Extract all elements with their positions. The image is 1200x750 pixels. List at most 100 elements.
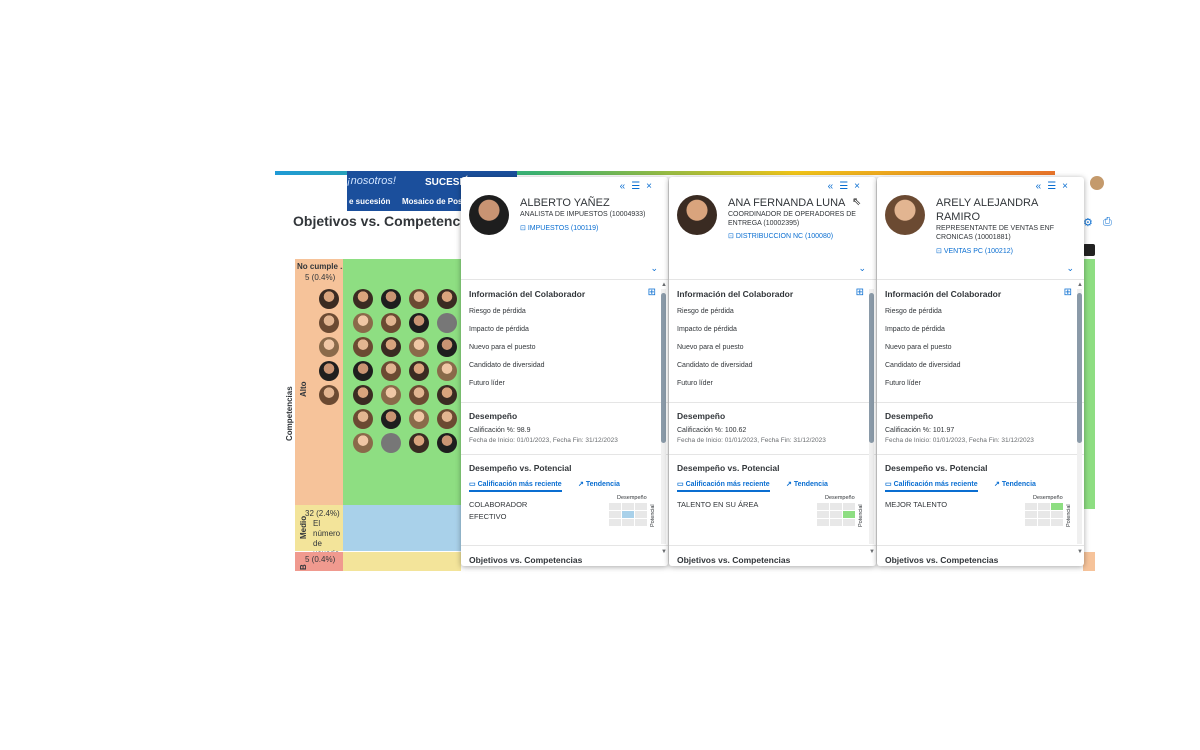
edit-icon[interactable]: ⊞ bbox=[648, 287, 656, 298]
employee-photo[interactable] bbox=[381, 385, 401, 405]
card-header-actions: «☰× bbox=[828, 181, 866, 192]
employee-card-3: «☰× ARELY ALEJANDRA RAMIRO REPRESENTANTE… bbox=[877, 177, 1084, 566]
medio-row-cell[interactable]: Medio 32 (2.4%) El número de usuario bbox=[295, 505, 343, 558]
scroll-up-icon[interactable]: ▲ bbox=[661, 282, 667, 288]
employee-photo[interactable] bbox=[319, 361, 339, 381]
scroll-down-icon[interactable]: ▼ bbox=[661, 549, 667, 555]
mini-grid-y-label: Potencial bbox=[1066, 504, 1072, 527]
department-link[interactable]: IMPUESTOS (100119) bbox=[528, 225, 599, 232]
employee-photo[interactable] bbox=[353, 385, 373, 405]
grid-cell-medium[interactable] bbox=[343, 505, 461, 551]
close-icon[interactable]: × bbox=[854, 181, 866, 192]
card-header: «☰× ALBERTO YAÑEZ ANALISTA DE IMPUESTOS … bbox=[461, 177, 668, 277]
employee-photo[interactable] bbox=[409, 409, 429, 429]
tab-trend[interactable]: ↗ Tendencia bbox=[786, 480, 828, 488]
tab-trend[interactable]: ↗ Tendencia bbox=[994, 480, 1036, 488]
employee-photo[interactable] bbox=[437, 313, 457, 333]
employee-photo[interactable] bbox=[437, 337, 457, 357]
employee-photo[interactable] bbox=[437, 385, 457, 405]
employee-photo[interactable] bbox=[381, 433, 401, 453]
department-link[interactable]: DISTRIBUCCION NC (100080) bbox=[736, 233, 833, 240]
tab-recent-rating[interactable]: ▭ Calificación más reciente bbox=[885, 480, 978, 492]
department-link[interactable]: VENTAS PC (100212) bbox=[944, 248, 1013, 255]
employee-photo[interactable] bbox=[437, 433, 457, 453]
employee-photo[interactable] bbox=[353, 337, 373, 357]
grid-cell-right[interactable] bbox=[1083, 259, 1095, 509]
employee-photo[interactable] bbox=[409, 361, 429, 381]
employee-photo[interactable] bbox=[353, 361, 373, 381]
user-avatar[interactable] bbox=[1090, 176, 1104, 190]
tab-trend[interactable]: ↗ Tendencia bbox=[578, 480, 620, 488]
grid-menu-icon[interactable] bbox=[1083, 244, 1095, 256]
mini-cell bbox=[817, 511, 829, 518]
employee-photo[interactable] bbox=[381, 361, 401, 381]
collapse-icon[interactable]: « bbox=[1036, 181, 1048, 192]
tab-recent-rating[interactable]: ▭ Calificación más reciente bbox=[677, 480, 770, 492]
scroll-down-icon[interactable]: ▼ bbox=[1077, 549, 1083, 555]
employee-photo[interactable] bbox=[353, 409, 373, 429]
info-section-title: Información del Colaborador bbox=[677, 289, 794, 299]
employee-photo[interactable] bbox=[319, 313, 339, 333]
chevron-down-icon[interactable]: ⌄ bbox=[650, 263, 658, 274]
employee-department[interactable]: ⊡ IMPUESTOS (100119) bbox=[520, 224, 598, 232]
scroll-up-icon[interactable]: ▲ bbox=[1077, 282, 1083, 288]
employee-photo[interactable] bbox=[353, 289, 373, 309]
dvp-title: Desempeño vs. Potencial bbox=[885, 463, 988, 473]
list-icon[interactable]: ☰ bbox=[839, 181, 854, 192]
mini-grid-x-label: Desempeño bbox=[1033, 495, 1063, 501]
employee-photo[interactable] bbox=[381, 289, 401, 309]
mini-cell bbox=[635, 503, 647, 510]
no-cumple-column[interactable]: No cumple ... 5 (0.4%) Alto bbox=[295, 259, 347, 505]
employee-role: ANALISTA DE IMPUESTOS (10004933) bbox=[520, 211, 646, 218]
card-header-actions: «☰× bbox=[1036, 181, 1074, 192]
employee-photo[interactable] bbox=[319, 385, 339, 405]
nav-tab-succession[interactable]: e sucesión bbox=[349, 197, 390, 206]
employee-photo[interactable] bbox=[381, 409, 401, 429]
grid-cell-high[interactable] bbox=[343, 259, 461, 505]
chevron-down-icon[interactable]: ⌄ bbox=[1066, 263, 1074, 274]
employee-photo[interactable] bbox=[319, 337, 339, 357]
performance-score: Calificación %: 98.9 bbox=[469, 427, 531, 434]
scrollbar-thumb[interactable] bbox=[869, 293, 874, 443]
performance-score: Calificación %: 100.62 bbox=[677, 427, 747, 434]
collapse-icon[interactable]: « bbox=[828, 181, 840, 192]
field-diversidad: Candidato de diversidad bbox=[677, 362, 753, 369]
employee-photo[interactable] bbox=[409, 385, 429, 405]
scrollbar-thumb[interactable] bbox=[1077, 293, 1082, 443]
employee-photo[interactable] bbox=[353, 313, 373, 333]
employee-photo[interactable] bbox=[437, 409, 457, 429]
employee-photo[interactable] bbox=[437, 361, 457, 381]
close-icon[interactable]: × bbox=[646, 181, 658, 192]
employee-photo[interactable] bbox=[381, 313, 401, 333]
edit-icon[interactable]: ⊞ bbox=[856, 287, 864, 298]
nav-tab-position-tile[interactable]: Mosaico de Posic bbox=[402, 197, 469, 206]
scroll-down-icon[interactable]: ▼ bbox=[869, 549, 875, 555]
collapse-icon[interactable]: « bbox=[620, 181, 632, 192]
scrollbar-thumb[interactable] bbox=[661, 293, 666, 443]
employee-photo[interactable] bbox=[319, 289, 339, 309]
nav-banner: ¡nosotros! bbox=[347, 175, 396, 187]
employee-department[interactable]: ⊡ VENTAS PC (100212) bbox=[936, 247, 1013, 255]
print-icon[interactable]: ⎙ bbox=[1103, 216, 1112, 229]
list-icon[interactable]: ☰ bbox=[631, 181, 646, 192]
mini-9box-grid bbox=[1025, 503, 1063, 526]
edit-icon[interactable]: ⊞ bbox=[1064, 287, 1072, 298]
close-icon[interactable]: × bbox=[1062, 181, 1074, 192]
divider bbox=[669, 545, 876, 546]
chevron-down-icon[interactable]: ⌄ bbox=[858, 263, 866, 274]
employee-photo[interactable] bbox=[409, 337, 429, 357]
employee-photo[interactable] bbox=[381, 337, 401, 357]
field-futuro-lider: Futuro líder bbox=[469, 380, 505, 387]
bajo-row-cell[interactable]: B 5 (0.4%) bbox=[295, 552, 343, 571]
settings-icon[interactable]: ⚙ bbox=[1083, 216, 1093, 229]
employee-photo[interactable] bbox=[437, 289, 457, 309]
grid-cell-low[interactable] bbox=[343, 552, 461, 571]
employee-photo[interactable] bbox=[409, 289, 429, 309]
employee-photo[interactable] bbox=[409, 313, 429, 333]
employee-photo[interactable] bbox=[409, 433, 429, 453]
grid-cell-right-bottom[interactable] bbox=[1083, 552, 1095, 571]
tab-recent-rating[interactable]: ▭ Calificación más reciente bbox=[469, 480, 562, 492]
list-icon[interactable]: ☰ bbox=[1047, 181, 1062, 192]
employee-department[interactable]: ⊡ DISTRIBUCCION NC (100080) bbox=[728, 232, 833, 240]
employee-photo[interactable] bbox=[353, 433, 373, 453]
